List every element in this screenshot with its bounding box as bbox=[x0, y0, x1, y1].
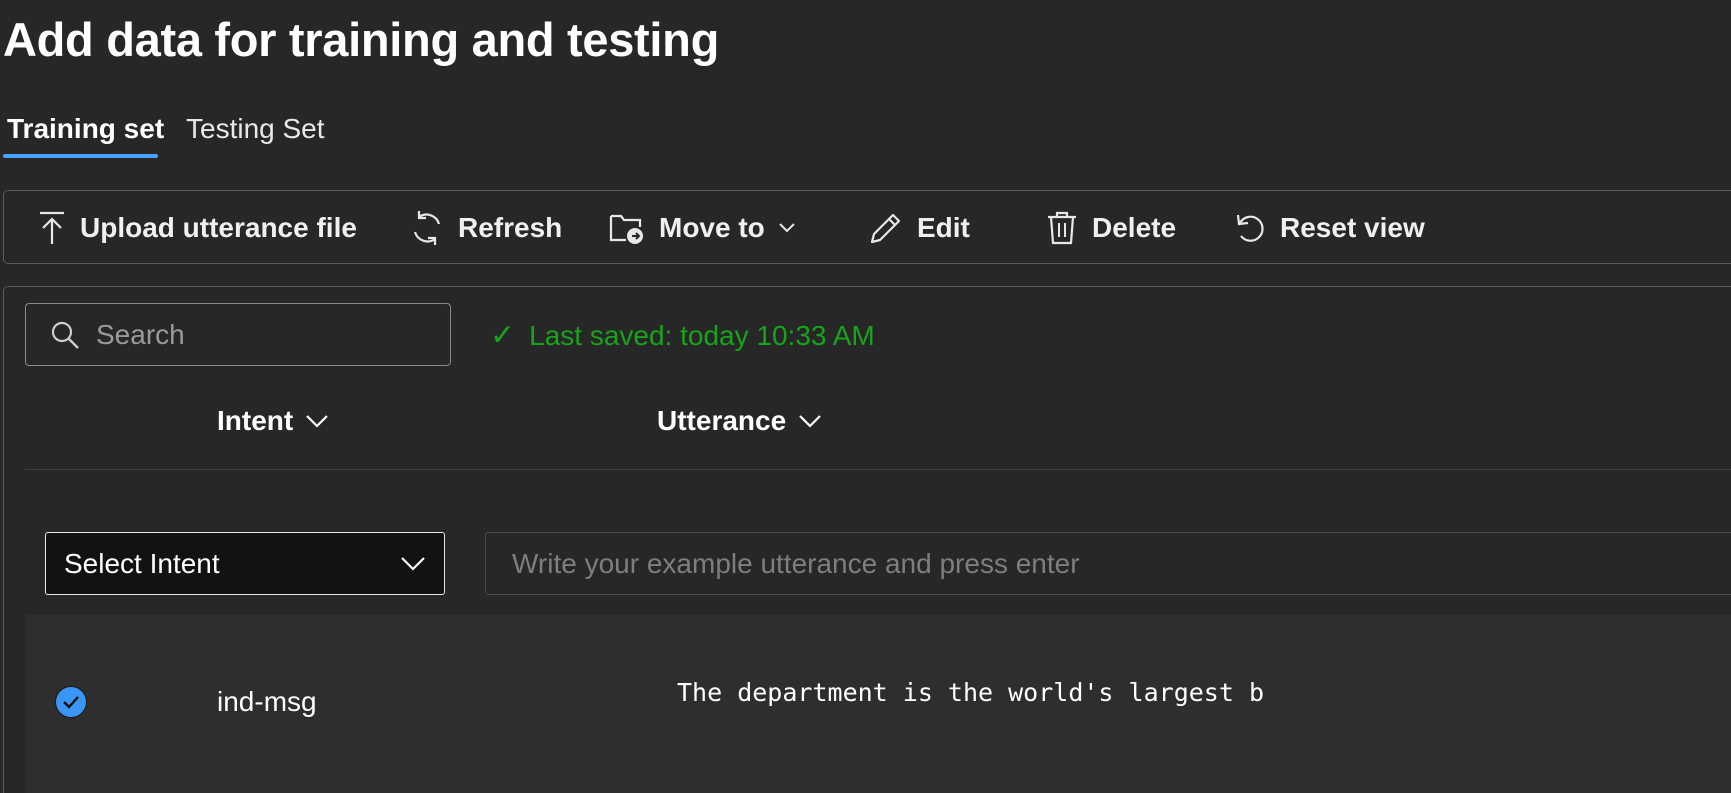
header-divider bbox=[25, 469, 1731, 470]
intent-column-header[interactable]: Intent bbox=[217, 405, 329, 437]
move-to-button[interactable]: Move to bbox=[609, 191, 795, 265]
pencil-icon bbox=[869, 211, 903, 245]
search-box[interactable] bbox=[25, 303, 451, 366]
folder-move-icon bbox=[609, 211, 645, 245]
refresh-button[interactable]: Refresh bbox=[410, 191, 562, 265]
upload-icon bbox=[38, 211, 66, 245]
row-utterance[interactable]: The department is the world's largest b bbox=[677, 678, 1275, 707]
edit-label: Edit bbox=[917, 212, 970, 243]
active-tab-indicator bbox=[3, 154, 158, 158]
utterance-column-label: Utterance bbox=[657, 405, 787, 436]
page-title: Add data for training and testing bbox=[3, 13, 719, 66]
refresh-label: Refresh bbox=[458, 212, 563, 243]
delete-button[interactable]: Delete bbox=[1046, 191, 1176, 265]
search-input[interactable] bbox=[94, 317, 428, 352]
trash-icon bbox=[1046, 210, 1078, 246]
reset-view-button[interactable]: Reset view bbox=[1234, 191, 1425, 265]
refresh-icon bbox=[410, 210, 444, 246]
reset-icon bbox=[1234, 212, 1266, 244]
chevron-down-icon bbox=[779, 223, 795, 233]
tab-testing-set[interactable]: Testing Set bbox=[186, 105, 325, 153]
toolbar: Upload utterance file Refresh Move to Ed… bbox=[3, 190, 1731, 264]
checkmark-icon bbox=[63, 696, 79, 709]
saved-status-text: Last saved: today 10:33 AM bbox=[529, 319, 875, 351]
checkmark-icon: ✓ bbox=[490, 319, 516, 352]
intent-select-label: Select Intent bbox=[64, 547, 220, 579]
chevron-down-icon bbox=[305, 414, 329, 428]
utterance-input[interactable] bbox=[510, 546, 1714, 581]
intent-column-label: Intent bbox=[217, 405, 294, 436]
page: Add data for training and testing Traini… bbox=[0, 0, 1731, 793]
reset-view-label: Reset view bbox=[1280, 212, 1425, 243]
tab-training-set[interactable]: Training set bbox=[7, 105, 164, 153]
intent-select[interactable]: Select Intent bbox=[45, 532, 445, 595]
row-intent: ind-msg bbox=[217, 686, 317, 717]
upload-utterance-file-button[interactable]: Upload utterance file bbox=[38, 191, 357, 265]
utterance-column-header[interactable]: Utterance bbox=[657, 405, 822, 437]
search-icon bbox=[50, 320, 80, 350]
row-select-checkbox[interactable] bbox=[55, 686, 87, 718]
chevron-down-icon bbox=[798, 414, 822, 428]
utterance-input-box[interactable] bbox=[485, 532, 1731, 595]
move-to-label: Move to bbox=[659, 212, 765, 243]
saved-status: ✓ Last saved: today 10:33 AM bbox=[490, 318, 875, 353]
edit-button[interactable]: Edit bbox=[869, 191, 970, 265]
upload-label: Upload utterance file bbox=[80, 212, 357, 243]
delete-label: Delete bbox=[1092, 212, 1177, 243]
chevron-down-icon bbox=[400, 556, 426, 571]
